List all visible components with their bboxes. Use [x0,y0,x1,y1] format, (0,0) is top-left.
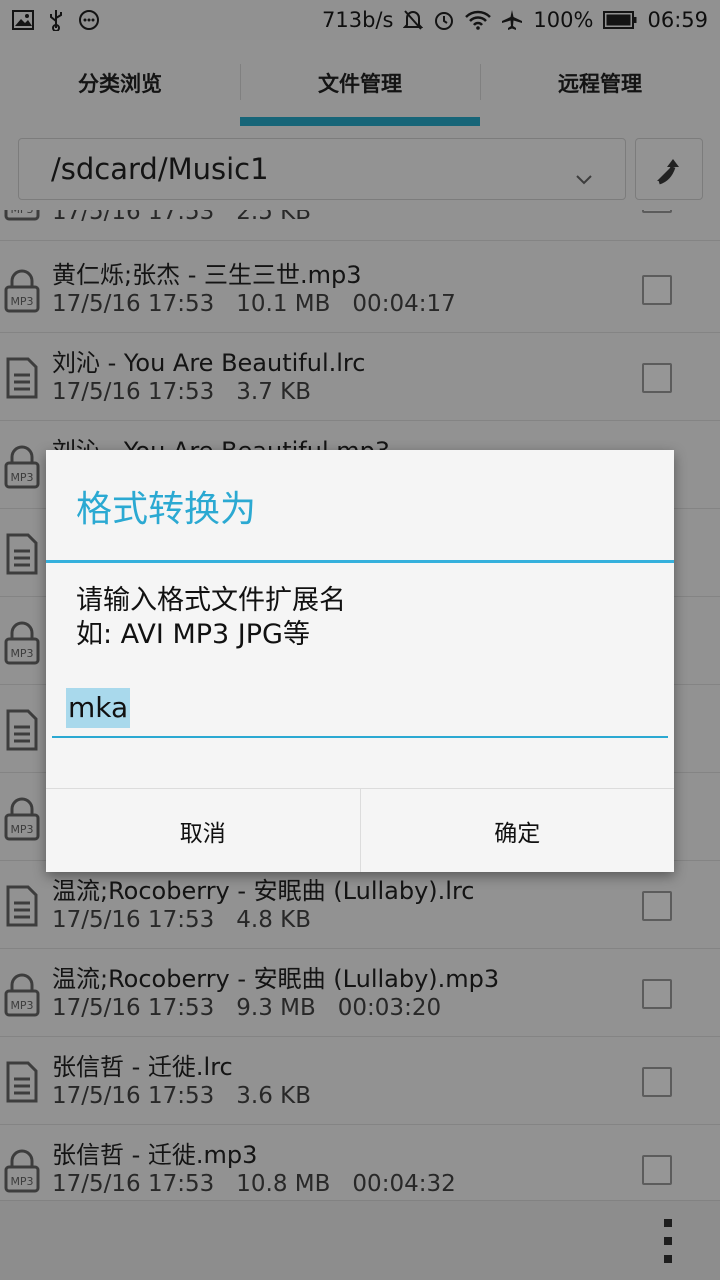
dialog-message: 请输入格式文件扩展名 如: AVI MP3 JPG等 [76,584,346,652]
extension-input[interactable] [52,686,668,738]
cancel-button[interactable]: 取消 [46,789,360,872]
dialog-message-line: 如: AVI MP3 JPG等 [76,619,310,650]
extension-input-value: mka [66,688,131,728]
dialog-buttons: 取消 确定 [46,788,674,872]
format-convert-dialog: 格式转换为 请输入格式文件扩展名 如: AVI MP3 JPG等 mka 取消 … [46,450,674,872]
ok-label: 确定 [494,820,541,847]
cancel-label: 取消 [179,820,226,847]
dialog-title: 格式转换为 [76,489,257,530]
ok-button[interactable]: 确定 [359,789,674,872]
dialog-title-divider [46,560,674,563]
dialog-message-line: 请输入格式文件扩展名 [76,585,346,616]
